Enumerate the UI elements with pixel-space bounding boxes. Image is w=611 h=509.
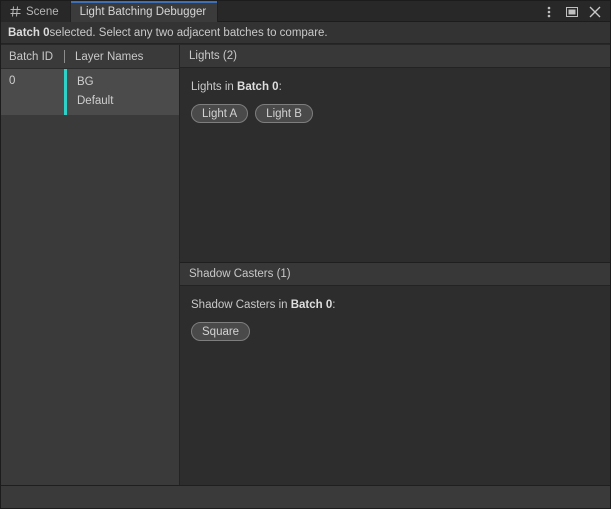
batch-table-header: Batch ID Layer Names xyxy=(1,45,179,69)
shadow-casters-caption: Shadow Casters in Batch 0: xyxy=(191,299,610,311)
status-message-text: selected. Select any two adjacent batche… xyxy=(50,27,328,39)
close-icon[interactable] xyxy=(588,5,602,19)
tab-light-batching-debugger[interactable]: Light Batching Debugger xyxy=(70,1,219,22)
shadow-caster-chip[interactable]: Square xyxy=(191,322,250,341)
table-row-batch-id: 0 xyxy=(1,69,64,115)
tab-scene[interactable]: Scene xyxy=(1,1,70,22)
light-chip[interactable]: Light A xyxy=(191,104,248,123)
table-row-layer-names: BG Default xyxy=(67,69,179,115)
column-header-batch-id-label: Batch ID xyxy=(9,51,53,63)
shadow-casters-section-header: Shadow Casters (1) xyxy=(180,263,610,286)
lights-chip-row: Light A Light B xyxy=(191,104,610,123)
footer-bar xyxy=(1,485,610,508)
hash-icon xyxy=(10,6,21,17)
lights-caption-prefix: Lights in xyxy=(191,81,237,93)
shadow-casters-section-body: Shadow Casters in Batch 0: Square xyxy=(180,286,610,485)
lights-section-title: Lights (2) xyxy=(189,50,237,62)
tab-light-batching-debugger-label: Light Batching Debugger xyxy=(80,6,207,18)
shadow-casters-section-title: Shadow Casters (1) xyxy=(189,268,291,280)
kebab-menu-icon[interactable] xyxy=(542,5,556,19)
list-item: BG xyxy=(77,74,179,90)
lights-section-header: Lights (2) xyxy=(180,45,610,68)
column-header-batch-id[interactable]: Batch ID xyxy=(1,45,64,68)
shadow-casters-chip-row: Square xyxy=(191,322,610,341)
tab-bar: Scene Light Batching Debugger xyxy=(1,1,610,22)
lights-caption-suffix: : xyxy=(279,81,282,93)
shadow-caption-batch: Batch 0 xyxy=(291,299,333,311)
lights-caption-batch: Batch 0 xyxy=(237,81,279,93)
batch-table-rows: 0 BG Default xyxy=(1,69,179,485)
maximize-icon[interactable] xyxy=(565,5,579,19)
window-controls xyxy=(542,1,606,22)
list-item: Default xyxy=(77,93,179,109)
status-message-bar: Batch 0 selected. Select any two adjacen… xyxy=(1,22,610,44)
shadow-caption-suffix: : xyxy=(332,299,335,311)
column-header-layer-names[interactable]: Layer Names xyxy=(65,45,179,68)
light-chip[interactable]: Light B xyxy=(255,104,313,123)
detail-panel: Lights (2) Lights in Batch 0: Light A Li… xyxy=(180,45,610,485)
lights-caption: Lights in Batch 0: xyxy=(191,81,610,93)
batch-table-panel: Batch ID Layer Names 0 BG Default xyxy=(1,45,180,485)
shadow-caption-prefix: Shadow Casters in xyxy=(191,299,291,311)
table-row[interactable]: 0 BG Default xyxy=(1,69,179,116)
light-batching-debugger-window: Scene Light Batching Debugger xyxy=(0,0,611,509)
tab-scene-label: Scene xyxy=(26,6,59,18)
column-header-layer-names-label: Layer Names xyxy=(75,51,143,63)
main-body: Batch ID Layer Names 0 BG Default xyxy=(1,45,610,485)
status-batch-label: Batch 0 xyxy=(8,27,50,39)
lights-section-body: Lights in Batch 0: Light A Light B xyxy=(180,68,610,262)
